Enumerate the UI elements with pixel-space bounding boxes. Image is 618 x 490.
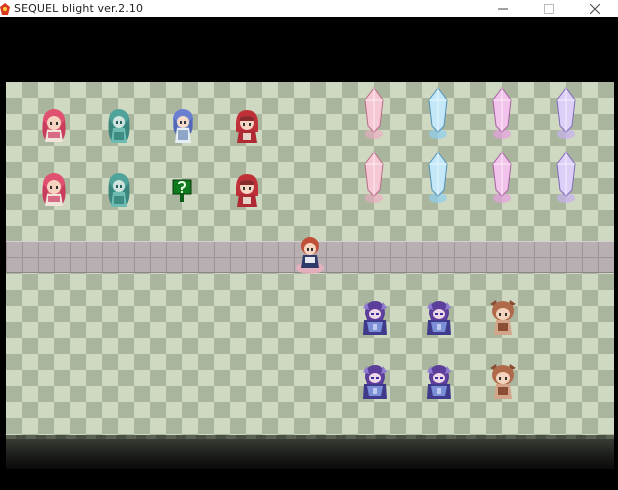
close-icon — [590, 3, 600, 14]
question-mark-sign-icon[interactable] — [172, 179, 192, 203]
minimize-button[interactable] — [480, 0, 526, 17]
crystal-blue-1[interactable] — [426, 86, 450, 142]
npc-pink-haired-girl-2[interactable] — [38, 170, 70, 210]
crystal-magenta-1[interactable] — [490, 86, 514, 142]
armored-knight-sprite — [363, 365, 387, 399]
violet-crystal-icon — [556, 87, 576, 139]
beast-girl-sprite — [490, 300, 516, 335]
npc-pink-haired-girl[interactable] — [38, 106, 70, 146]
crystal-violet-2[interactable] — [554, 150, 578, 206]
armored-knight-sprite — [427, 301, 451, 335]
window-titlebar[interactable]: SEQUEL blight ver.2.10 — [0, 0, 618, 17]
pink-crystal-icon — [364, 87, 384, 139]
crystal-pink-1[interactable] — [362, 86, 386, 142]
crystal-blue-2[interactable] — [426, 150, 450, 206]
npc-armored-knight-1[interactable] — [359, 298, 391, 338]
violet-crystal-icon — [556, 151, 576, 203]
player-sprite — [296, 237, 324, 274]
armored-knight-sprite — [363, 301, 387, 335]
red-hooded-girl-sprite — [236, 110, 258, 143]
red-hooded-girl-sprite — [236, 174, 258, 207]
armored-knight-sprite — [427, 365, 451, 399]
blue-crystal-icon — [428, 87, 448, 139]
game-viewport[interactable] — [0, 17, 618, 490]
npc-teal-girl[interactable] — [103, 106, 135, 146]
pink-haired-girl-sprite — [42, 173, 66, 206]
stone-wall — [6, 435, 614, 469]
npc-armored-knight-4[interactable] — [423, 362, 455, 402]
pink-crystal-icon — [364, 151, 384, 203]
magenta-crystal-icon — [492, 87, 512, 139]
npc-beast-girl-2[interactable] — [487, 362, 519, 402]
npc-armored-knight-3[interactable] — [359, 362, 391, 402]
close-button[interactable] — [572, 0, 618, 17]
game-map[interactable] — [6, 82, 614, 469]
minimize-icon — [498, 8, 508, 9]
window-controls — [480, 0, 618, 17]
teal-girl-sprite — [108, 109, 130, 143]
npc-armored-knight-2[interactable] — [423, 298, 455, 338]
npc-blue-haired-girl[interactable] — [167, 106, 199, 146]
player-character[interactable] — [294, 234, 326, 274]
magenta-crystal-icon — [492, 151, 512, 203]
crystal-violet-1[interactable] — [554, 86, 578, 142]
window-title: SEQUEL blight ver.2.10 — [14, 2, 144, 15]
blue-crystal-icon — [428, 151, 448, 203]
crystal-pink-2[interactable] — [362, 150, 386, 206]
beast-girl-sprite — [490, 364, 516, 399]
maximize-icon — [544, 3, 554, 14]
app-icon — [0, 2, 10, 15]
npc-red-hooded-girl[interactable] — [231, 106, 263, 146]
npc-teal-girl-2[interactable] — [103, 170, 135, 210]
teal-girl-sprite — [108, 173, 130, 207]
maximize-button[interactable] — [526, 0, 572, 17]
npc-beast-girl-1[interactable] — [487, 298, 519, 338]
npc-red-hooded-girl-2[interactable] — [231, 170, 263, 210]
crystal-magenta-2[interactable] — [490, 150, 514, 206]
blue-haired-girl-sprite — [173, 109, 193, 143]
pink-haired-girl-sprite — [42, 109, 66, 142]
